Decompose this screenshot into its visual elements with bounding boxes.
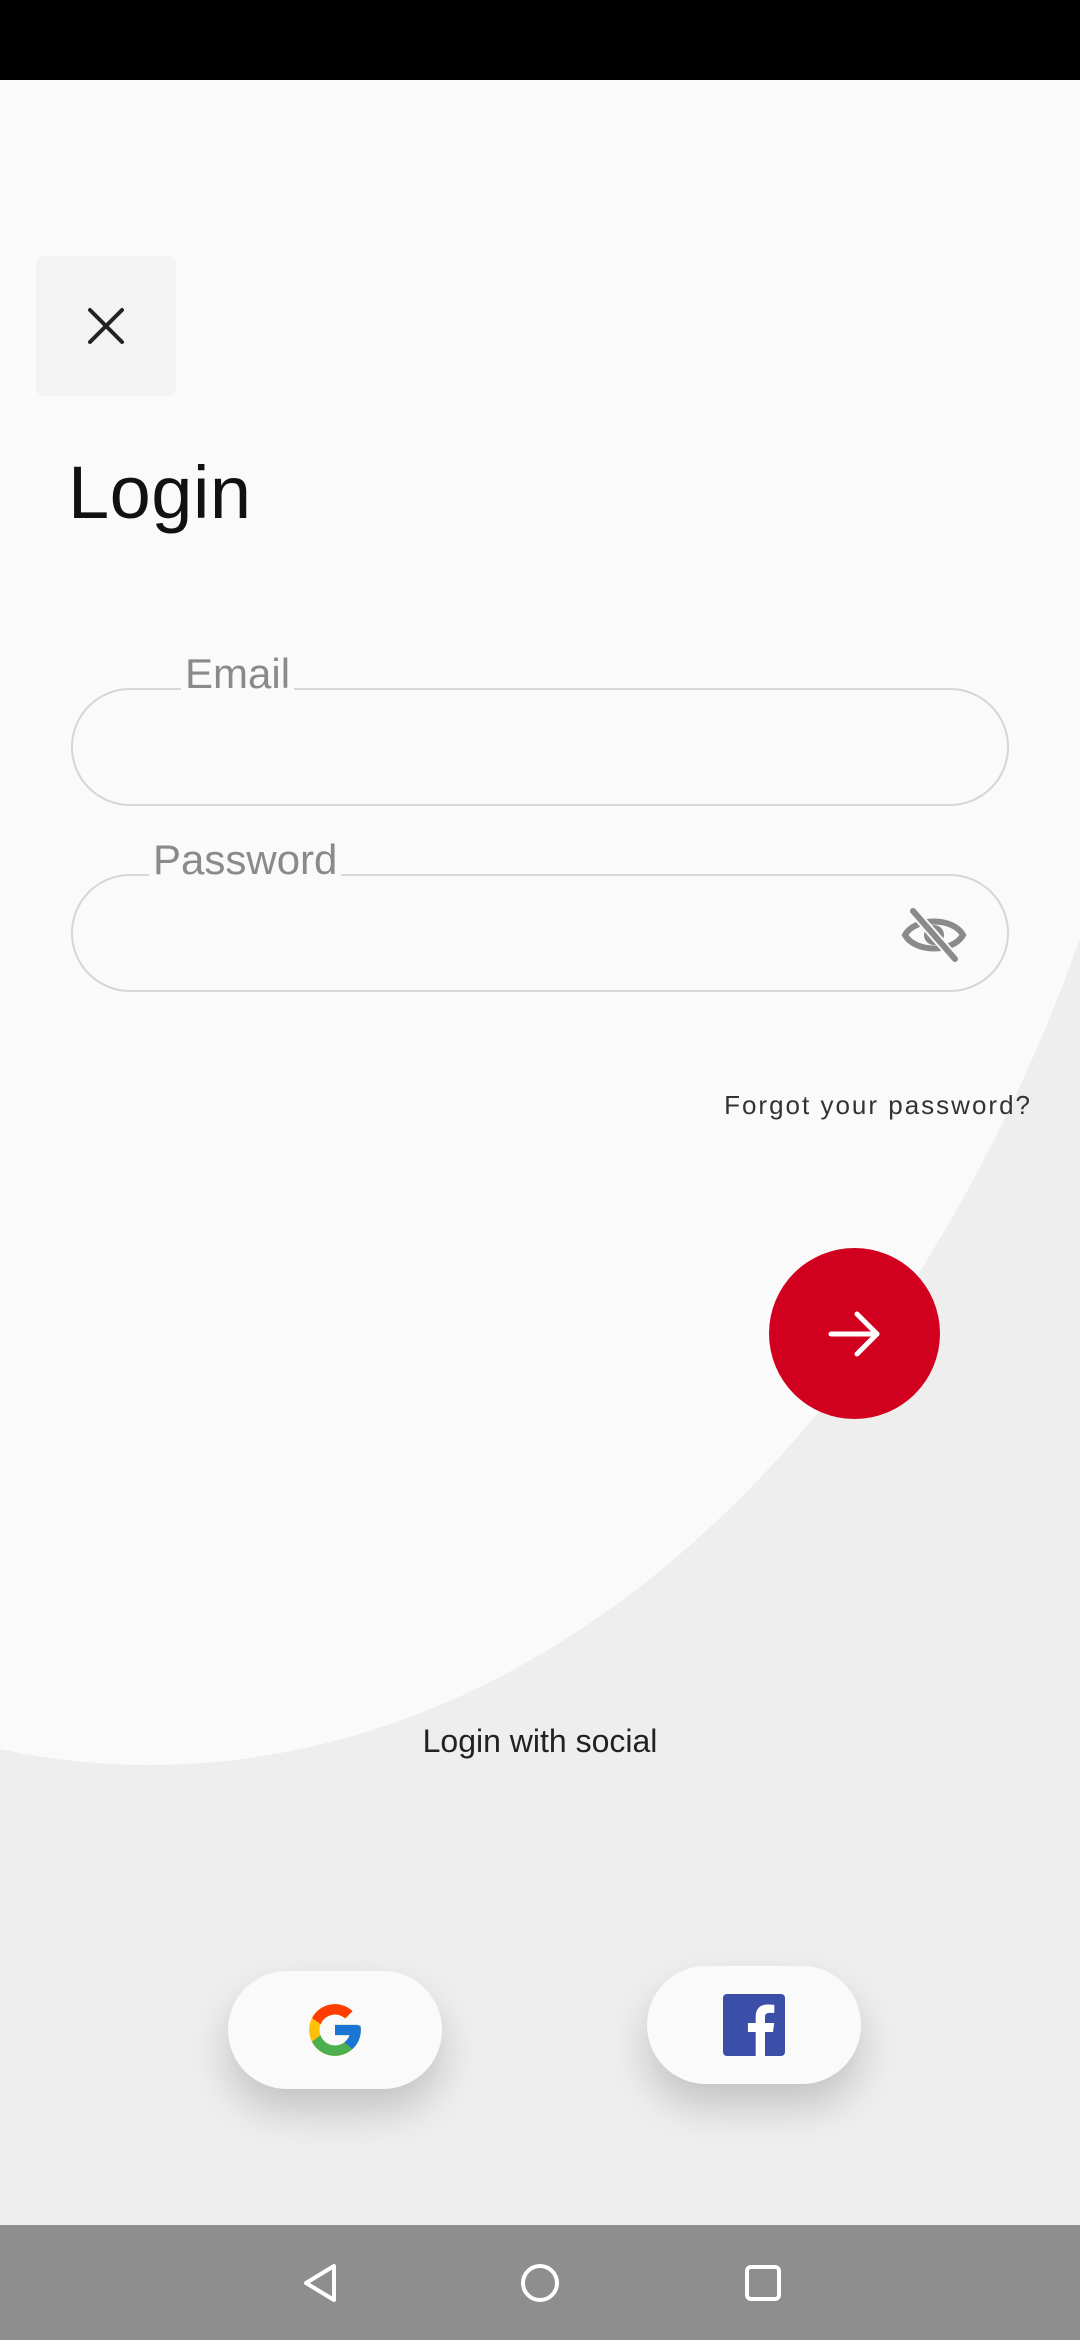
password-field[interactable]: Password: [71, 832, 1009, 992]
close-icon: [88, 308, 124, 344]
home-circle-icon: [521, 2264, 559, 2302]
nav-home-button[interactable]: [510, 2253, 570, 2313]
arrow-right-icon: [828, 1311, 879, 1356]
social-login-label: Login with social: [422, 1723, 658, 1759]
email-field[interactable]: Email: [71, 646, 1009, 806]
eye-off-icon: [901, 907, 967, 963]
google-login-button[interactable]: [228, 1971, 442, 2089]
email-input[interactable]: [113, 700, 913, 796]
google-icon: [309, 2004, 361, 2056]
facebook-login-button[interactable]: [647, 1966, 861, 2084]
page-title: Login: [68, 451, 252, 534]
email-label: Email: [181, 646, 295, 702]
facebook-icon: [723, 1994, 785, 2056]
nav-recents-button[interactable]: [733, 2253, 793, 2313]
toggle-password-visibility-button[interactable]: [899, 900, 969, 970]
status-bar: [0, 0, 1080, 80]
system-navigation-bar: [0, 2225, 1080, 2340]
password-label: Password: [149, 832, 342, 888]
login-submit-button[interactable]: [769, 1248, 940, 1419]
back-triangle-icon: [304, 2264, 336, 2302]
password-input[interactable]: [113, 886, 913, 982]
forgot-password-link[interactable]: Forgot your password?: [724, 1090, 1032, 1121]
login-screen: Login Email Password Forgot your passwor…: [0, 80, 1080, 2225]
close-button[interactable]: [36, 256, 176, 396]
nav-back-button[interactable]: [290, 2253, 350, 2313]
recents-square-icon: [745, 2265, 781, 2301]
